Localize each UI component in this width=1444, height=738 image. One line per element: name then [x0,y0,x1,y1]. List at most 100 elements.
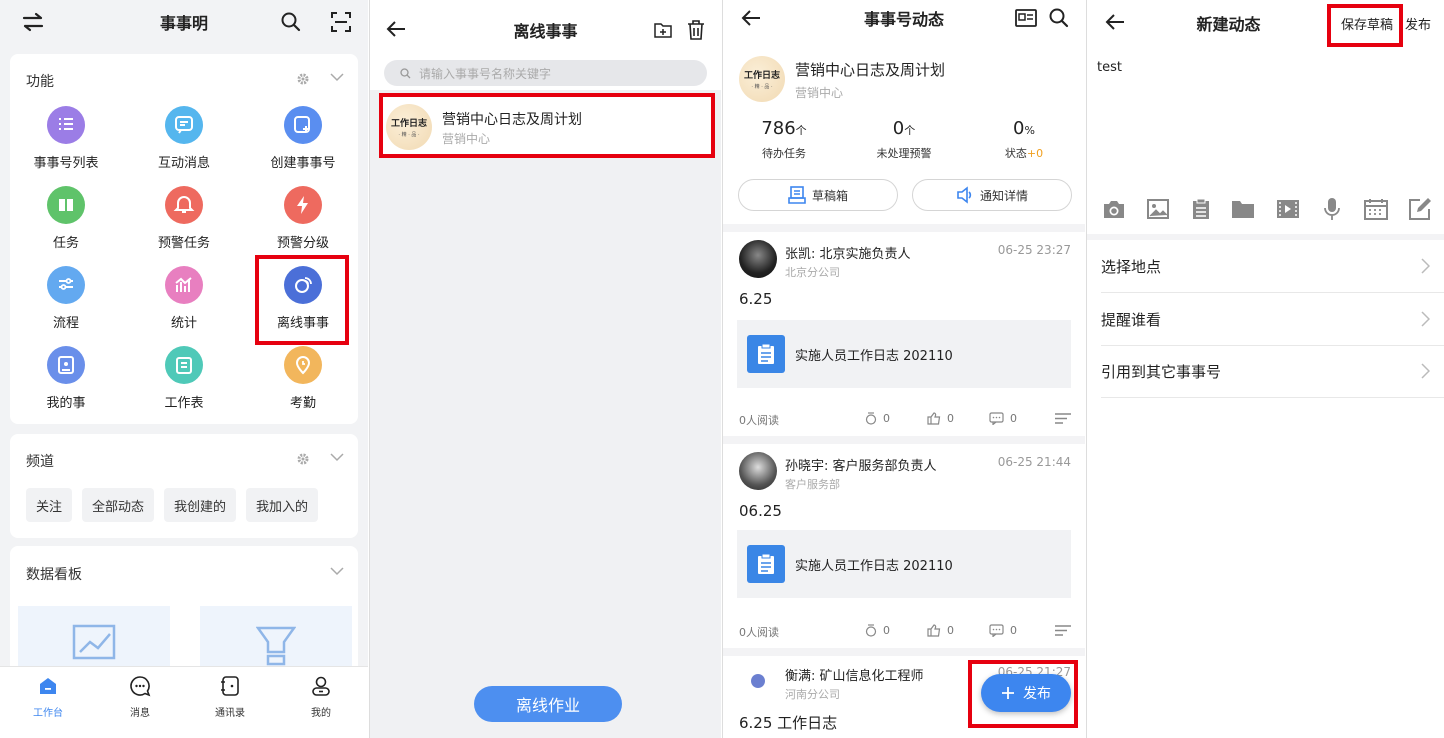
comment-button[interactable]: 0 [989,624,1017,637]
bell-icon [165,186,203,224]
chevron-down-icon[interactable] [330,452,344,462]
clipboard-icon [747,335,785,373]
select-location-row[interactable]: 选择地点 [1101,240,1444,293]
function-item[interactable]: 统计 [134,266,234,331]
function-item[interactable]: 预警分级 [253,186,353,251]
avatar: 工作日志 · 精 · 品 · [739,56,785,102]
function-label: 统计 [170,316,197,331]
lightning-icon [284,186,322,224]
gear-icon[interactable] [296,452,310,466]
sliders-icon [47,266,85,304]
post-attachment[interactable]: 实施人员工作日志 202110 [737,530,1071,598]
stat-todo[interactable]: 786个 待办任务 [729,118,839,161]
post-content-input[interactable]: test [1097,60,1122,75]
offline-item[interactable]: 工作日志 · 精 · 品 · 营销中心日志及周计划 营销中心 [380,96,711,158]
more-menu-icon[interactable] [1054,412,1072,425]
calendar-icon[interactable] [1363,196,1389,222]
search-icon[interactable] [281,12,301,32]
back-arrow-icon[interactable] [741,9,761,27]
item-title: 营销中心日志及周计划 [442,112,582,128]
gear-icon[interactable] [296,72,310,86]
reward-button[interactable]: 0 [865,412,890,425]
feed-post[interactable]: 张凯: 北京实施负责人 北京分公司 06-25 23:27 6.25 实施人员工… [723,232,1085,432]
chip-follow[interactable]: 关注 [26,488,73,522]
function-item[interactable]: 离线事事 [253,266,353,331]
tab-messages[interactable]: 消息 [105,675,175,719]
dashboard-card: 数据看板 [10,546,358,686]
publish-button[interactable]: 发布 [1405,14,1431,33]
reward-button[interactable]: 0 [865,624,890,637]
notice-detail-button[interactable]: 通知详情 [912,179,1072,211]
new-post-screen: 新建动态 保存草稿 发布 test 选择地点 提醒谁看 引用到其它事事号 [1086,0,1444,738]
workbench-screen: 事事明 功能 事事号列表 互动消息 创建事事号任务 预警任务 预警分级流程 统计 离线事事我… [0,0,368,738]
avatar [739,240,777,278]
tab-mine[interactable]: 我的 [286,675,356,719]
function-item[interactable]: 创建事事号 [253,106,353,171]
stat-status[interactable]: 0% 状态+0 [969,118,1079,161]
image-icon[interactable] [1145,196,1171,222]
id-card-icon[interactable] [1015,9,1037,27]
add-channel-icon [284,106,322,144]
remind-who-row[interactable]: 提醒谁看 [1101,293,1444,346]
function-item[interactable]: 预警任务 [134,186,234,251]
page-title: 事事明 [159,14,208,33]
video-icon[interactable] [1275,196,1301,222]
stat-warning[interactable]: 0个 未处理预警 [849,118,959,161]
chevron-down-icon[interactable] [330,72,344,82]
post-footer: 0人阅读 0 0 0 [739,412,1071,430]
function-item[interactable]: 我的事 [16,346,116,411]
chip-all[interactable]: 全部动态 [82,488,155,522]
contacts-icon [219,676,241,700]
comment-icon [989,624,1004,637]
chip-created[interactable]: 我创建的 [164,488,237,522]
offline-work-button[interactable]: 离线作业 [474,686,622,722]
publish-fab[interactable]: 发布 [981,674,1071,712]
function-item[interactable]: 流程 [16,266,116,331]
function-item[interactable]: 任务 [16,186,116,251]
microphone-icon[interactable] [1319,196,1345,222]
tab-label: 消息 [130,708,150,719]
like-button[interactable]: 0 [927,412,954,425]
new-post-header: 新建动态 保存草稿 发布 [1087,0,1444,44]
avatar [739,662,777,700]
medal-icon [865,624,877,637]
chevron-down-icon[interactable] [330,566,344,576]
save-draft-button[interactable]: 保存草稿 [1341,14,1393,33]
funnel-icon [256,624,296,666]
more-menu-icon[interactable] [1054,624,1072,637]
back-arrow-icon[interactable] [386,20,406,38]
folder-icon[interactable] [1230,196,1256,222]
function-item[interactable]: 事事号列表 [16,106,116,171]
drafts-button[interactable]: 草稿箱 [738,179,898,211]
switch-icon[interactable] [22,12,44,32]
tab-workbench[interactable]: 工作台 [13,675,83,719]
folder-add-icon[interactable] [654,21,672,39]
avatar: 工作日志 · 精 · 品 · [386,104,432,150]
search-icon[interactable] [1049,8,1069,28]
back-arrow-icon[interactable] [1105,13,1125,31]
feed-post[interactable]: 孙晓宇: 客户服务部负责人 客户服务部 06-25 21:44 06.25 实施… [723,444,1085,644]
trash-icon[interactable] [687,20,705,40]
chevron-right-icon [1421,258,1431,278]
post-dept: 客户服务部 [785,478,840,491]
offline-screen: 离线事事 请输入事事号名称关键字 工作日志 · 精 · 品 · 营销中心日志及周计… [369,0,721,738]
user-file-icon [47,346,85,384]
search-input[interactable]: 请输入事事号名称关键字 [384,60,707,86]
user-icon [310,676,332,700]
like-button[interactable]: 0 [927,624,954,637]
scan-icon[interactable] [330,11,352,33]
chip-joined[interactable]: 我加入的 [246,488,319,522]
function-item[interactable]: 互动消息 [134,106,234,171]
functions-title: 功能 [26,74,54,90]
function-item[interactable]: 考勤 [253,346,353,411]
tab-contacts[interactable]: 通讯录 [195,675,265,719]
camera-icon[interactable] [1101,196,1127,222]
clipboard-icon[interactable] [1188,196,1214,222]
post-attachment[interactable]: 实施人员工作日志 202110 [737,320,1071,388]
cite-other-row[interactable]: 引用到其它事事号 [1101,345,1444,398]
comment-button[interactable]: 0 [989,412,1017,425]
post-footer: 0人阅读 0 0 0 [739,624,1071,642]
function-label: 预警任务 [157,236,210,251]
function-item[interactable]: 工作表 [134,346,234,411]
edit-icon[interactable] [1407,196,1433,222]
